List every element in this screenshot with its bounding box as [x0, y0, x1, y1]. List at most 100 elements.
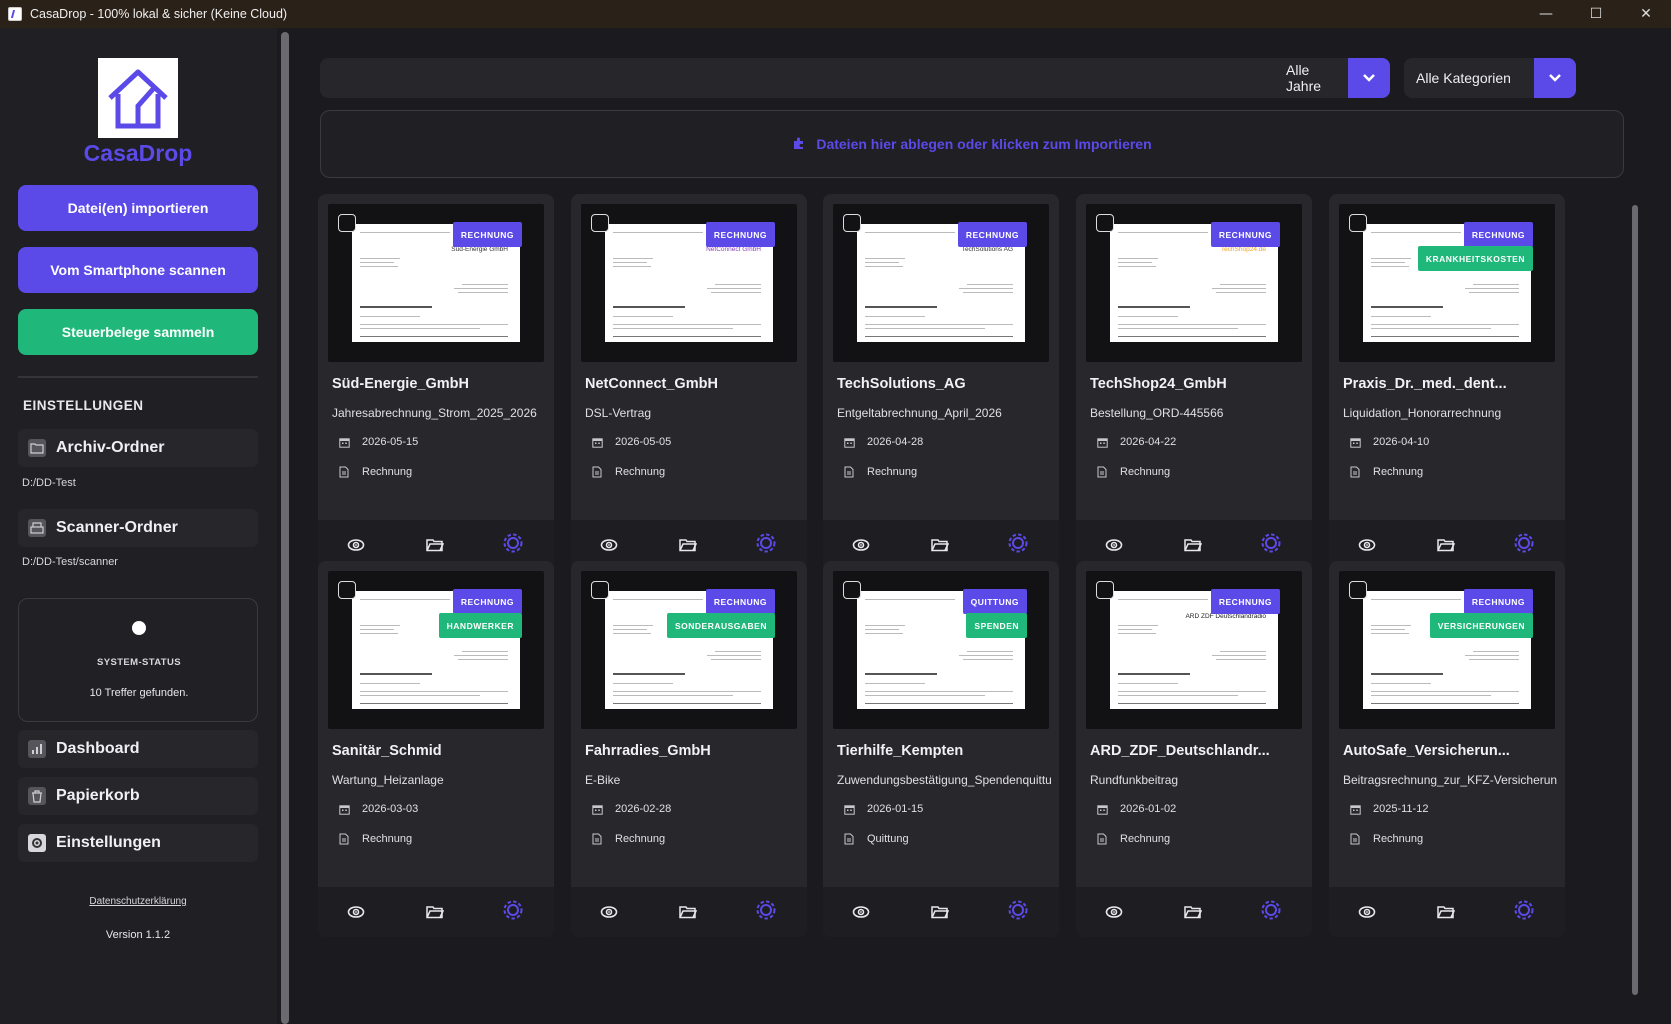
- card-type-row: Rechnung: [1096, 466, 1170, 478]
- card-type: Rechnung: [615, 466, 666, 478]
- close-button[interactable]: ✕: [1621, 0, 1671, 28]
- open-folder-icon[interactable]: [423, 533, 447, 557]
- document-card[interactable]: TechSolutions AG RECHNUNG TechSolutions_AG…: [823, 194, 1059, 570]
- scan-smartphone-button[interactable]: Vom Smartphone scannen: [18, 247, 258, 293]
- select-checkbox[interactable]: [338, 581, 356, 599]
- main-scrollbar[interactable]: [1632, 205, 1638, 995]
- archive-folder-button[interactable]: Archiv-Ordner: [18, 429, 258, 467]
- scanner-folder-button[interactable]: Scanner-Ordner: [18, 509, 258, 547]
- card-date-row: 2026-04-28: [843, 436, 923, 448]
- document-preview[interactable]: NetConnect GmbH RECHNUNG: [581, 204, 797, 362]
- document-card[interactable]: Tierhilfe KemQUITTUNGSPENDEN Tierhilfe_Ke…: [823, 561, 1059, 937]
- card-date-row: 2026-05-15: [338, 436, 418, 448]
- document-card[interactable]: RECHNUNG SONDERAUSGABEN Fahrradies_GmbH E-B…: [571, 561, 807, 937]
- import-files-button[interactable]: Datei(en) importieren: [18, 185, 258, 231]
- view-icon[interactable]: [1102, 900, 1126, 924]
- gear-icon[interactable]: [1259, 531, 1283, 555]
- sidebar-scrollbar[interactable]: [281, 32, 289, 1024]
- view-icon[interactable]: [344, 900, 368, 924]
- file-dropzone[interactable]: Dateien hier ablegen oder klicken zum Im…: [320, 110, 1624, 178]
- category-badge: RECHNUNG: [1463, 589, 1533, 614]
- document-card[interactable]: AutoRECHNUNGVERSICHERUNGEN AutoSafe_Versi…: [1329, 561, 1565, 937]
- document-preview[interactable]: Tierhilfe KemQUITTUNGSPENDEN: [833, 571, 1049, 729]
- document-preview[interactable]: Süd-Energie GmbH RECHNUNG: [328, 204, 544, 362]
- gear-icon[interactable]: [501, 531, 525, 555]
- gear-icon[interactable]: [1006, 898, 1030, 922]
- calendar-icon: [1349, 803, 1361, 815]
- card-subtitle: Wartung_Heizanlage: [332, 773, 444, 787]
- view-icon[interactable]: [344, 533, 368, 557]
- document-card[interactable]: NetConnect GmbH RECHNUNG NetConnect_GmbH DS…: [571, 194, 807, 570]
- gear-icon[interactable]: [1006, 531, 1030, 555]
- archive-folder-path: D:/DD-Test: [22, 477, 76, 489]
- privacy-link[interactable]: Datenschutzerklärung: [18, 896, 258, 907]
- select-checkbox[interactable]: [1349, 581, 1367, 599]
- collect-tax-receipts-button[interactable]: Steuerbelege sammeln: [18, 309, 258, 355]
- view-icon[interactable]: [597, 533, 621, 557]
- gear-icon[interactable]: [1512, 531, 1536, 555]
- minimize-button[interactable]: —: [1521, 0, 1571, 28]
- open-folder-icon[interactable]: [928, 900, 952, 924]
- view-icon[interactable]: [597, 900, 621, 924]
- document-card[interactable]: TechShop24.de RECHNUNG TechShop24_GmbH Best…: [1076, 194, 1312, 570]
- document-preview[interactable]: AutoRECHNUNGVERSICHERUNGEN: [1339, 571, 1555, 729]
- select-checkbox[interactable]: [1096, 214, 1114, 232]
- preview-company: Süd-Energie GmbH: [451, 246, 508, 253]
- select-checkbox[interactable]: [591, 581, 609, 599]
- gear-icon[interactable]: [1259, 898, 1283, 922]
- trash-button[interactable]: Papierkorb: [18, 777, 258, 815]
- open-folder-icon[interactable]: [928, 533, 952, 557]
- category-filter-select[interactable]: Alle Kategorien: [1404, 58, 1576, 98]
- year-filter-select[interactable]: Alle Jahre: [1274, 58, 1390, 98]
- document-preview[interactable]: ARD ZDF Deutschlandradio RECHNUNG: [1086, 571, 1302, 729]
- document-preview[interactable]: TechShop24.de RECHNUNG: [1086, 204, 1302, 362]
- document-preview[interactable]: RECHNUNG HANDWERKER: [328, 571, 544, 729]
- select-checkbox[interactable]: [338, 214, 356, 232]
- gear-icon[interactable]: [754, 531, 778, 555]
- open-folder-icon[interactable]: [1181, 533, 1205, 557]
- select-checkbox[interactable]: [591, 214, 609, 232]
- view-icon[interactable]: [849, 900, 873, 924]
- card-type: Rechnung: [362, 833, 413, 845]
- select-checkbox[interactable]: [843, 581, 861, 599]
- open-folder-icon[interactable]: [1181, 900, 1205, 924]
- maximize-button[interactable]: ☐: [1571, 0, 1621, 28]
- document-card[interactable]: RECHNUNG HANDWERKER Sanitär_Schmid Wartung_…: [318, 561, 554, 937]
- settings-button[interactable]: Einstellungen: [18, 824, 258, 862]
- calendar-icon: [338, 436, 350, 448]
- search-input[interactable]: [320, 58, 1296, 98]
- dashboard-button[interactable]: Dashboard: [18, 730, 258, 768]
- view-icon[interactable]: [1355, 533, 1379, 557]
- open-folder-icon[interactable]: [676, 900, 700, 924]
- document-preview[interactable]: TechSolutions AG RECHNUNG: [833, 204, 1049, 362]
- document-card[interactable]: ARD ZDF Deutschlandradio RECHNUNG ARD_ZDF_…: [1076, 561, 1312, 937]
- category-badge: VERSICHERUNGEN: [1429, 613, 1533, 638]
- view-icon[interactable]: [1355, 900, 1379, 924]
- card-type: Rechnung: [1120, 833, 1171, 845]
- card-date: 2026-04-28: [867, 436, 924, 448]
- document-card[interactable]: Süd-Energie GmbH RECHNUNG Süd-Energie_GmbH…: [318, 194, 554, 570]
- chevron-down-icon[interactable]: [1534, 58, 1576, 98]
- document-preview[interactable]: PraRECHNUNGKRANKHEITSKOSTEN: [1339, 204, 1555, 362]
- card-date-row: 2026-03-03: [338, 803, 418, 815]
- document-card[interactable]: PraRECHNUNGKRANKHEITSKOSTEN Praxis_Dr._me…: [1329, 194, 1565, 570]
- open-folder-icon[interactable]: [676, 533, 700, 557]
- open-folder-icon[interactable]: [1434, 533, 1458, 557]
- select-checkbox[interactable]: [1096, 581, 1114, 599]
- gear-icon[interactable]: [501, 898, 525, 922]
- document-preview[interactable]: RECHNUNG SONDERAUSGABEN: [581, 571, 797, 729]
- card-date: 2026-02-28: [615, 803, 672, 815]
- card-title: Tierhilfe_Kempten: [837, 743, 964, 759]
- card-actions: [318, 887, 554, 937]
- gear-icon[interactable]: [1512, 898, 1536, 922]
- view-icon[interactable]: [849, 533, 873, 557]
- chevron-down-icon[interactable]: [1348, 58, 1390, 98]
- open-folder-icon[interactable]: [423, 900, 447, 924]
- select-checkbox[interactable]: [1349, 214, 1367, 232]
- document-icon: [1096, 466, 1108, 478]
- view-icon[interactable]: [1102, 533, 1126, 557]
- gear-icon[interactable]: [754, 898, 778, 922]
- category-badge: KRANKHEITSKOSTEN: [1417, 246, 1533, 271]
- open-folder-icon[interactable]: [1434, 900, 1458, 924]
- select-checkbox[interactable]: [843, 214, 861, 232]
